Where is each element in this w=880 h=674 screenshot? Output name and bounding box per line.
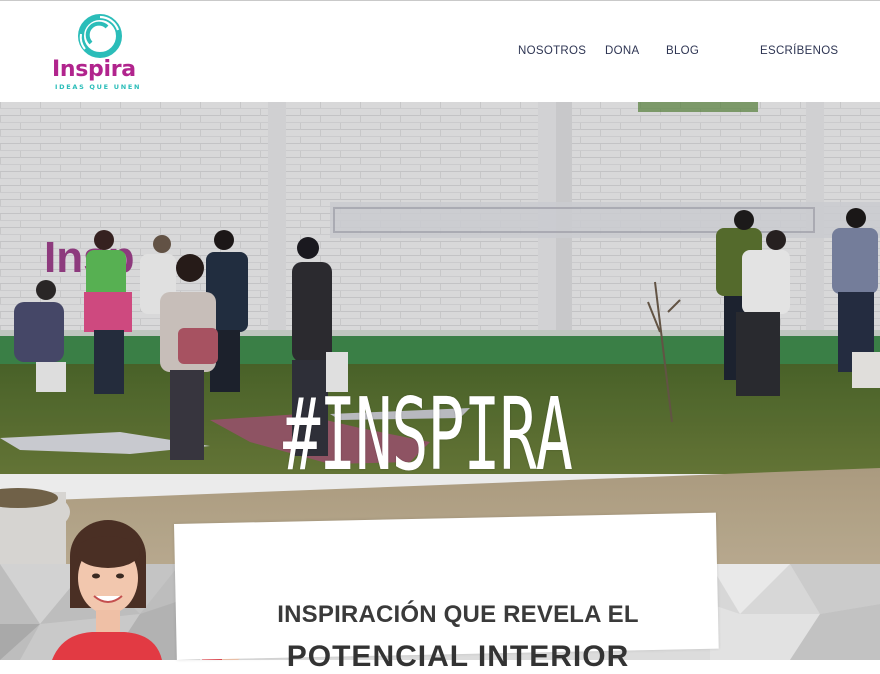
site-header: Inspira IDEAS QUE UNEN NOSOTROS DONA BLO… [0,1,880,102]
intro-heading-line-2: POTENCIAL INTERIOR [286,640,630,673]
logo-tagline: IDEAS QUE UNEN [55,83,142,91]
nav-item-blog[interactable]: BLOG [666,45,699,57]
hero-hashtag-title: #INSPIRA [283,376,573,493]
nav-item-escribenos[interactable]: ESCRÍBENOS [760,45,838,57]
main-nav: NOSOTROS DONA BLOG ESCRÍBENOS [0,45,880,63]
intro-heading-line-1: INSPIRACIÓN QUE REVELA EL [277,601,639,628]
hero-banner: Insp [0,102,880,564]
nav-item-nosotros[interactable]: NOSOTROS [518,45,586,57]
intro-card [174,512,719,660]
nav-item-dona[interactable]: DONA [605,45,639,57]
